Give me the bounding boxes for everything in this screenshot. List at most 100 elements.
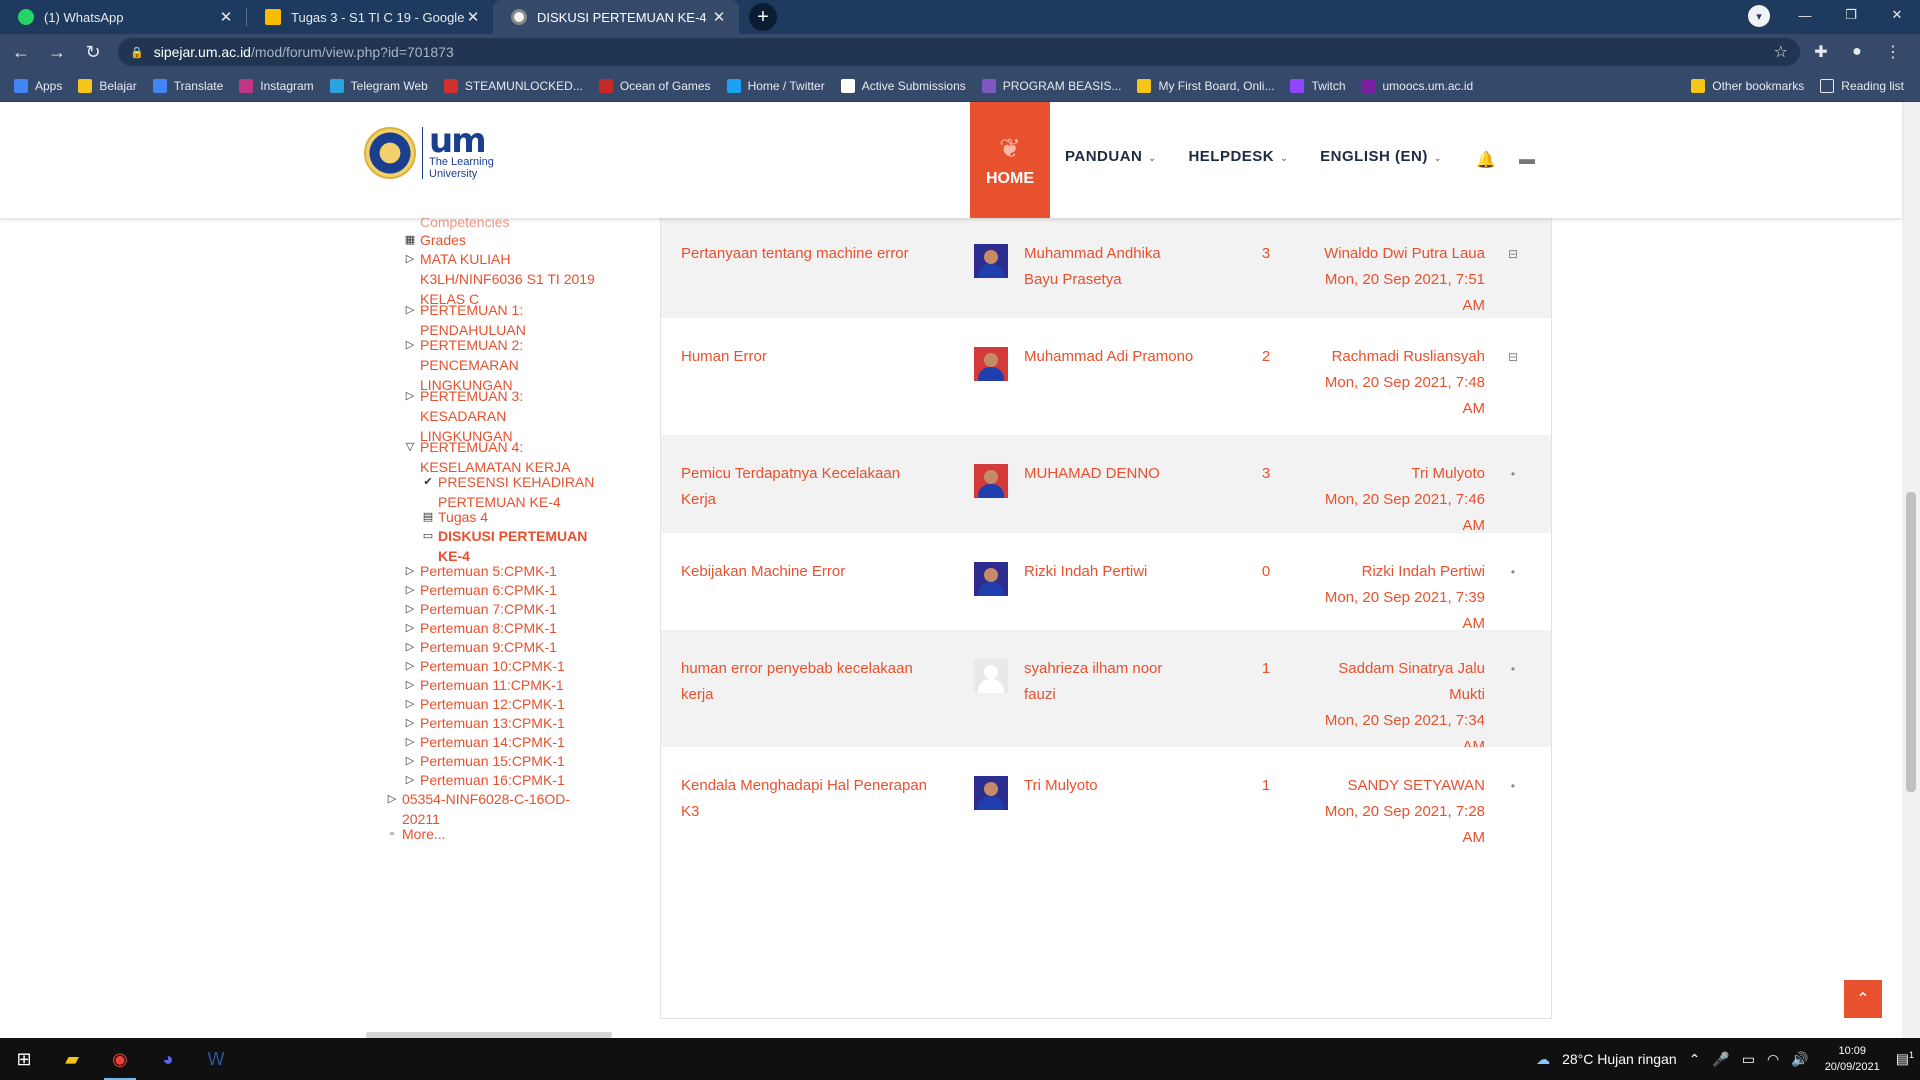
messages-icon[interactable]: ▬ [1517,150,1537,170]
discussion-topic-link[interactable]: Kebijakan Machine Error [681,559,931,585]
bookmark-home-twitter[interactable]: Home / Twitter [726,78,825,93]
author-link[interactable]: Muhammad Adi Pramono [1024,344,1194,370]
last-post-date[interactable]: Mon, 20 Sep 2021, 7:28 AM [1321,799,1485,851]
word-taskbar-icon[interactable]: W [192,1038,240,1080]
nav-item-label[interactable]: Pertemuan 10:CPMK-1 [420,656,565,676]
collapsed-arrow-icon[interactable]: ▤ [418,507,438,527]
back-icon[interactable]: ← [6,37,36,67]
last-post[interactable]: Rizki Indah Pertiwi Mon, 20 Sep 2021, 7:3… [1321,559,1485,637]
bookmark-active-submissions[interactable]: Active Submissions [840,78,966,93]
nav-item-label[interactable]: Pertemuan 7:CPMK-1 [420,599,557,619]
nav-item-label[interactable]: Pertemuan 15:CPMK-1 [420,751,565,771]
chevron-up-icon[interactable]: ⌃ [1689,1051,1701,1068]
clock[interactable]: 10:09 20/09/2021 [1825,1043,1880,1075]
menu-panduan[interactable]: PANDUAN ⌄ [1065,148,1156,165]
nav-item[interactable]: ▷ PERTEMUAN 1: PENDAHULUAN [400,300,600,340]
nav-item-label[interactable]: Pertemuan 6:CPMK-1 [420,580,557,600]
last-post-author[interactable]: Saddam Sinatrya Jalu Mukti [1321,656,1485,708]
address-bar[interactable]: 🔒 sipejar.um.ac.id /mod/forum/view.php?i… [118,38,1800,66]
minimize-icon[interactable]: — [1782,0,1828,30]
nav-item[interactable]: ▷ Pertemuan 14:CPMK-1 [400,732,600,752]
collapsed-arrow-icon[interactable]: ▷ [400,618,420,638]
profile-avatar-icon[interactable]: ● [1842,37,1872,67]
tab-diskusi-active[interactable]: DISKUSI PERTEMUAN KE-4 ✕ [493,0,739,34]
collapsed-arrow-icon[interactable]: ▷ [400,561,420,581]
subscribe-toggle-icon[interactable]: ⊟ [1506,344,1520,370]
reply-count[interactable]: 3 [1251,461,1281,487]
bookmark-steamunlocked[interactable]: STEAMUNLOCKED... [443,78,583,93]
nav-item-label[interactable]: Tugas 4 [438,507,488,527]
restore-icon[interactable]: ❐ [1828,0,1874,30]
collapsed-arrow-icon[interactable]: ▷ [400,694,420,714]
bookmark-telegram-web[interactable]: Telegram Web [329,78,428,93]
last-post-author[interactable]: Winaldo Dwi Putra Laua [1321,241,1485,267]
discussion-topic-link[interactable]: Pertanyaan tentang machine error [681,241,931,267]
menu-language[interactable]: ENGLISH (EN) ⌄ [1320,148,1442,165]
last-post[interactable]: Saddam Sinatrya Jalu Mukti Mon, 20 Sep 20… [1321,656,1485,760]
bookmark-twitch[interactable]: Twitch [1290,78,1346,93]
status-dot-icon[interactable]: • [1506,559,1520,585]
notification-center-icon[interactable]: ▤1 [1896,1050,1914,1068]
windows-start-icon[interactable]: ⊞ [0,1038,48,1080]
nav-item[interactable]: ▷ Pertemuan 11:CPMK-1 [400,675,600,695]
nav-item-label[interactable]: More... [402,824,446,844]
collapsed-arrow-icon[interactable]: ▷ [400,770,420,790]
page-scrollbar[interactable] [1902,102,1920,1038]
subscribe-toggle-icon[interactable]: ⊟ [1506,241,1520,267]
collapsed-arrow-icon[interactable]: ▷ [400,637,420,657]
close-tab-icon[interactable]: ✕ [465,8,481,26]
lock-icon[interactable]: 🔒 [130,46,144,59]
nav-item-label[interactable]: Pertemuan 8:CPMK-1 [420,618,557,638]
nav-item[interactable]: ▷ Pertemuan 10:CPMK-1 [400,656,600,676]
scrollbar-thumb[interactable] [1906,492,1916,792]
status-dot-icon[interactable]: • [1506,656,1520,682]
discussion-topic-link[interactable]: Human Error [681,344,931,370]
file-explorer-icon[interactable]: ▰ [48,1038,96,1080]
avatar[interactable] [974,776,1008,810]
collapsed-arrow-icon[interactable]: ▷ [400,713,420,733]
nav-item-label[interactable]: Pertemuan 14:CPMK-1 [420,732,565,752]
expanded-arrow-icon[interactable]: ▽ [400,437,420,477]
um-logo[interactable]: um The Learning University [364,124,494,180]
last-post-date[interactable]: Mon, 20 Sep 2021, 7:48 AM [1321,370,1485,422]
status-dot-icon[interactable]: • [1506,461,1520,487]
back-to-top-button[interactable]: ⌃ [1844,980,1882,1018]
nav-item[interactable]: ▷ Pertemuan 15:CPMK-1 [400,751,600,771]
last-post[interactable]: SANDY SETYAWAN Mon, 20 Sep 2021, 7:28 AM [1321,773,1485,851]
collapsed-arrow-icon[interactable]: ▭ [418,526,438,566]
forward-icon[interactable]: → [42,37,72,67]
weather-text[interactable]: 28°C Hujan ringan [1562,1051,1677,1067]
nav-item[interactable]: ✔ PRESENSI KEHADIRAN PERTEMUAN KE-4 [418,472,600,512]
avatar[interactable] [974,562,1008,596]
close-tab-icon[interactable]: ✕ [711,8,727,26]
nav-item[interactable]: ▷ Pertemuan 9:CPMK-1 [400,637,600,657]
reload-icon[interactable]: ↻ [78,37,108,67]
close-tab-icon[interactable]: ✕ [218,8,234,26]
last-post-author[interactable]: Rizki Indah Pertiwi [1321,559,1485,585]
collapsed-arrow-icon[interactable]: ▷ [382,789,402,829]
bookmark-translate[interactable]: Translate [152,78,223,93]
nav-item-label[interactable]: PERTEMUAN 4: KESELAMATAN KERJA [420,437,600,477]
nav-item-label[interactable]: Pertemuan 9:CPMK-1 [420,637,557,657]
nav-item[interactable]: ▷ Pertemuan 8:CPMK-1 [400,618,600,638]
bookmark-apps[interactable]: Apps [14,78,62,93]
nav-item-label[interactable]: PRESENSI KEHADIRAN PERTEMUAN KE-4 [438,472,600,512]
collapsed-arrow-icon[interactable]: ▷ [400,656,420,676]
tab-whatsapp[interactable]: (1) WhatsApp ✕ [0,0,246,34]
home-button[interactable]: ❦ HOME [970,102,1050,218]
nav-item-label[interactable]: PERTEMUAN 1: PENDAHULUAN [420,300,600,340]
nav-item[interactable]: ▫ More... [382,824,600,844]
nav-item[interactable]: ▷ Pertemuan 6:CPMK-1 [400,580,600,600]
battery-icon[interactable]: ▭ [1742,1051,1755,1068]
last-post-date[interactable]: Mon, 20 Sep 2021, 7:51 AM [1321,267,1485,319]
nav-item-label[interactable]: Pertemuan 16:CPMK-1 [420,770,565,790]
nav-item-label[interactable]: Pertemuan 12:CPMK-1 [420,694,565,714]
avatar[interactable] [974,244,1008,278]
bookmark-instagram[interactable]: Instagram [239,78,314,93]
collapsed-arrow-icon[interactable]: ▷ [400,580,420,600]
avatar[interactable] [974,464,1008,498]
last-post[interactable]: Rachmadi Rusliansyah Mon, 20 Sep 2021, 7:… [1321,344,1485,422]
nav-item[interactable]: ▤ Tugas 4 [418,507,600,527]
reply-count[interactable]: 1 [1251,773,1281,799]
discussion-topic-link[interactable]: Kendala Menghadapi Hal Penerapan K3 [681,773,931,825]
